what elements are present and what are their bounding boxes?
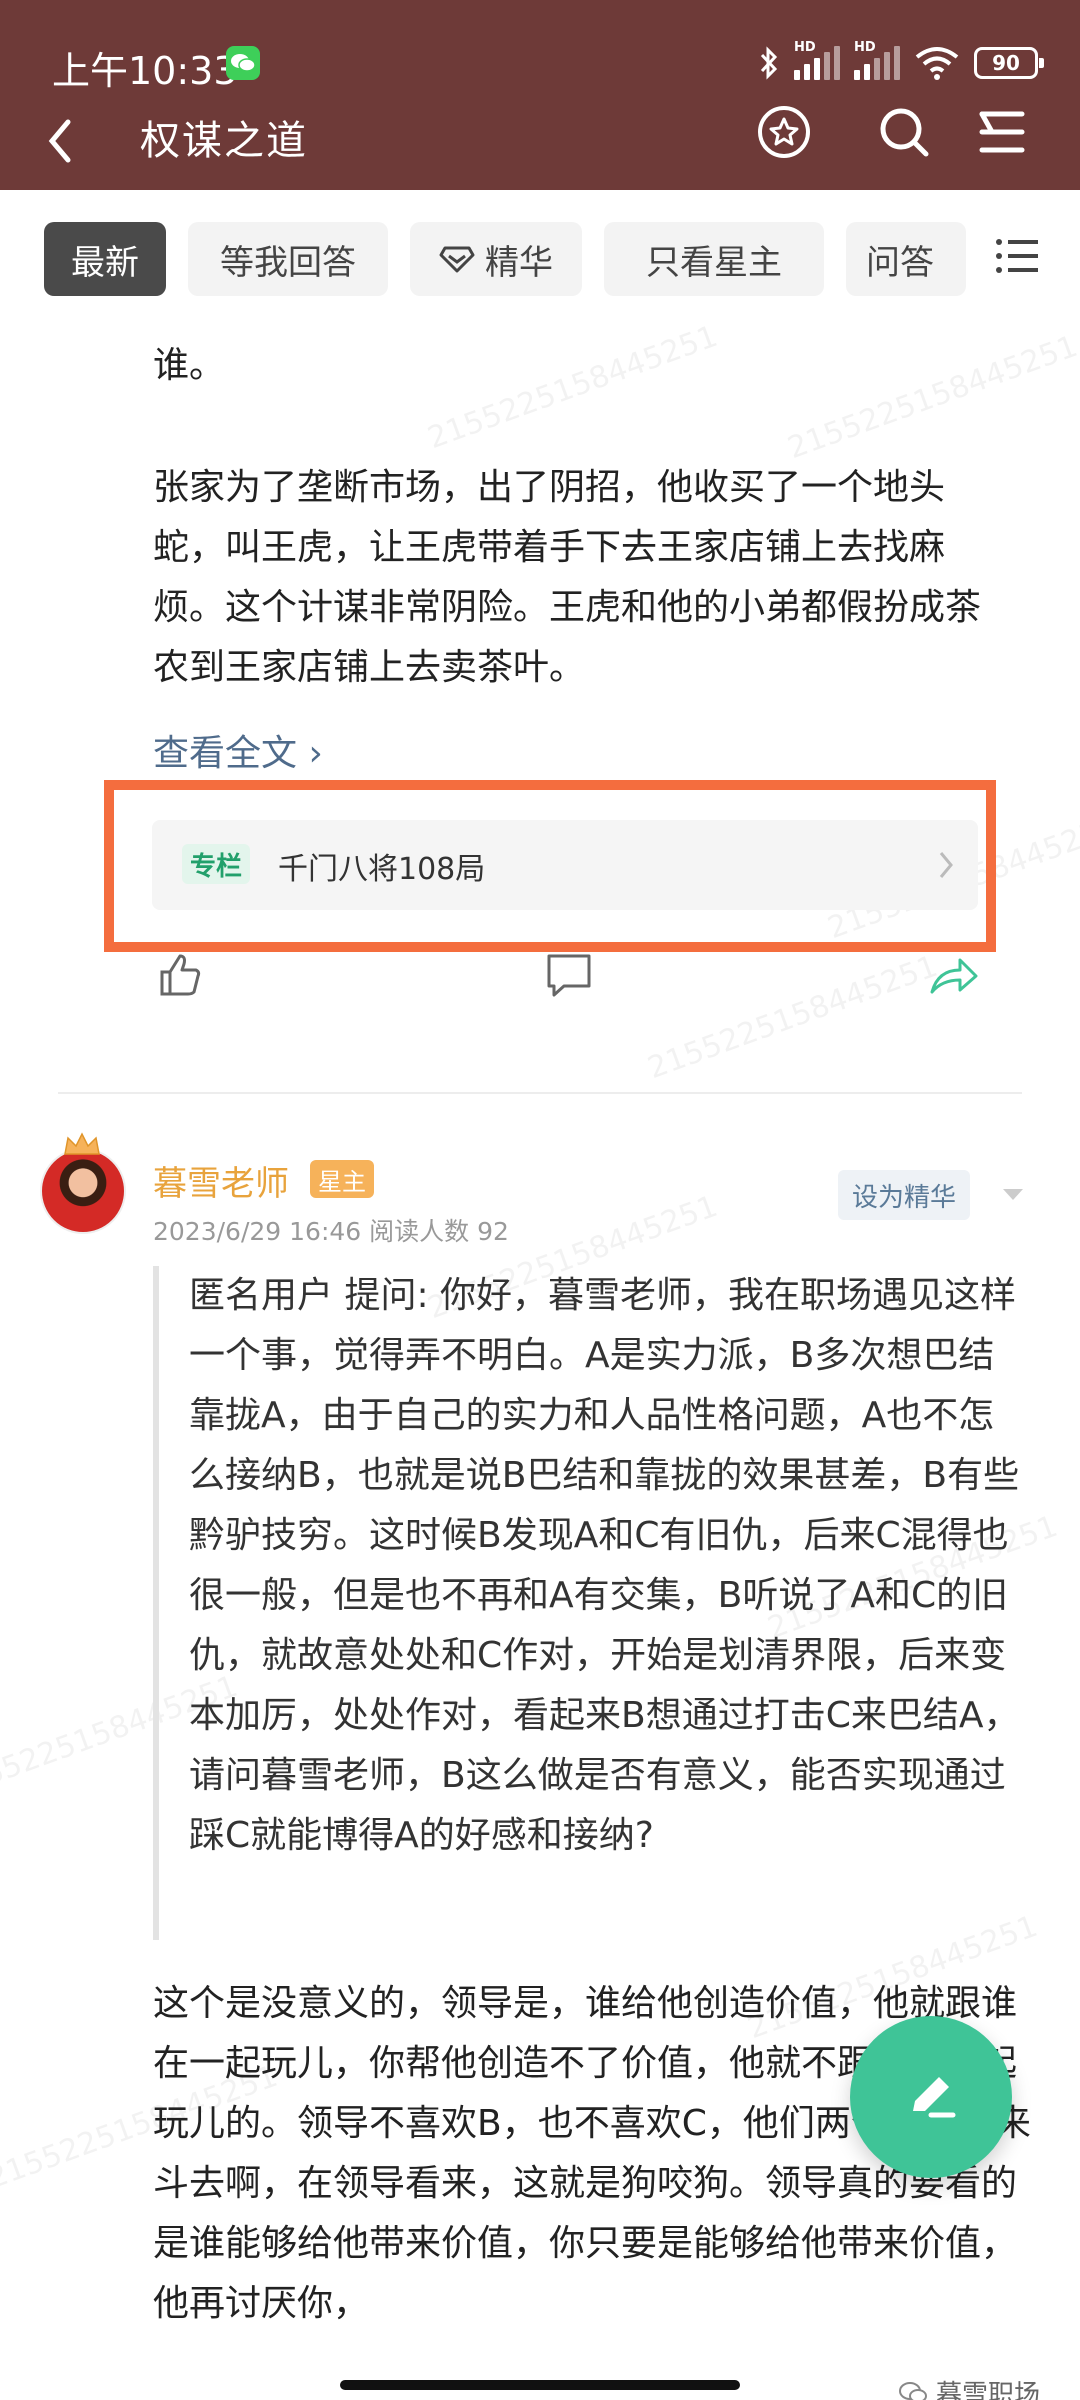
read-full-link[interactable]: 查看全文 ›: [153, 724, 323, 776]
tab-featured-label: 精华: [485, 242, 553, 283]
crown-icon: [64, 1132, 100, 1155]
pen-icon: [913, 2077, 956, 2118]
set-featured-button[interactable]: 设为精华: [838, 1170, 971, 1220]
favorite-star-icon[interactable]: [752, 100, 816, 164]
wifi-icon: [915, 47, 959, 80]
status-time: 上午10:33: [52, 49, 238, 93]
top-bar: 上午10:33 HD HD 90 权谋之道: [0, 0, 1080, 190]
post-meta: 2023/6/29 16:46 阅读人数 92: [153, 1217, 509, 1246]
comment-icon[interactable]: [544, 950, 594, 1000]
post-actions: [0, 950, 1080, 1010]
list-view-icon[interactable]: [994, 236, 1040, 276]
wechat-account-name: 暮雪职场: [936, 2380, 1041, 2400]
tab-latest[interactable]: 最新: [44, 222, 166, 296]
battery-indicator: 90: [974, 47, 1044, 79]
question-quote: 匿名用户 提问: 你好，暮雪老师，我在职场遇见这样一个事，觉得弄不明白。A是实力…: [153, 1266, 1023, 1940]
highlight-annotation-box: [104, 780, 996, 952]
share-icon[interactable]: [928, 950, 978, 1000]
tab-owner-only[interactable]: 只看星主: [604, 222, 824, 296]
menu-icon[interactable]: [970, 100, 1034, 164]
post-divider: [58, 1092, 1022, 1094]
tab-featured[interactable]: 精华: [410, 222, 582, 296]
wechat-account-mark: 暮雪职场: [898, 2374, 1040, 2400]
bluetooth-icon: [760, 46, 778, 80]
post-text-fragment: 谁。: [153, 345, 226, 386]
status-icons: HD HD 90: [758, 40, 1044, 86]
nav-row: 权谋之道: [0, 98, 1080, 188]
owner-badge: 星主: [310, 1160, 374, 1198]
compose-button[interactable]: [850, 2016, 1012, 2178]
filter-tabs: 最新 等我回答 精华 只看星主 问答: [0, 222, 1080, 296]
like-thumb-icon[interactable]: [154, 950, 204, 1000]
avatar[interactable]: [40, 1148, 126, 1234]
diamond-icon: [439, 246, 475, 273]
chevron-down-icon[interactable]: [1000, 1186, 1026, 1204]
wechat-icon: [899, 2381, 927, 2400]
tab-qa[interactable]: 问答: [846, 222, 966, 296]
tab-awaiting-answer[interactable]: 等我回答: [188, 222, 388, 296]
signal-1-icon: HD: [794, 40, 840, 80]
author-name[interactable]: 暮雪老师: [153, 1156, 289, 1205]
page-title: 权谋之道: [140, 118, 308, 164]
search-icon[interactable]: [872, 100, 936, 164]
back-arrow-icon[interactable]: [40, 106, 80, 176]
wechat-notification-icon: [226, 46, 260, 80]
post-text: 张家为了垄断市场，出了阴招，他收买了一个地头蛇，叫王虎，让王虎带着手下去王家店铺…: [153, 467, 982, 688]
signal-2-icon: HD: [854, 40, 900, 80]
home-indicator[interactable]: [340, 2380, 740, 2390]
